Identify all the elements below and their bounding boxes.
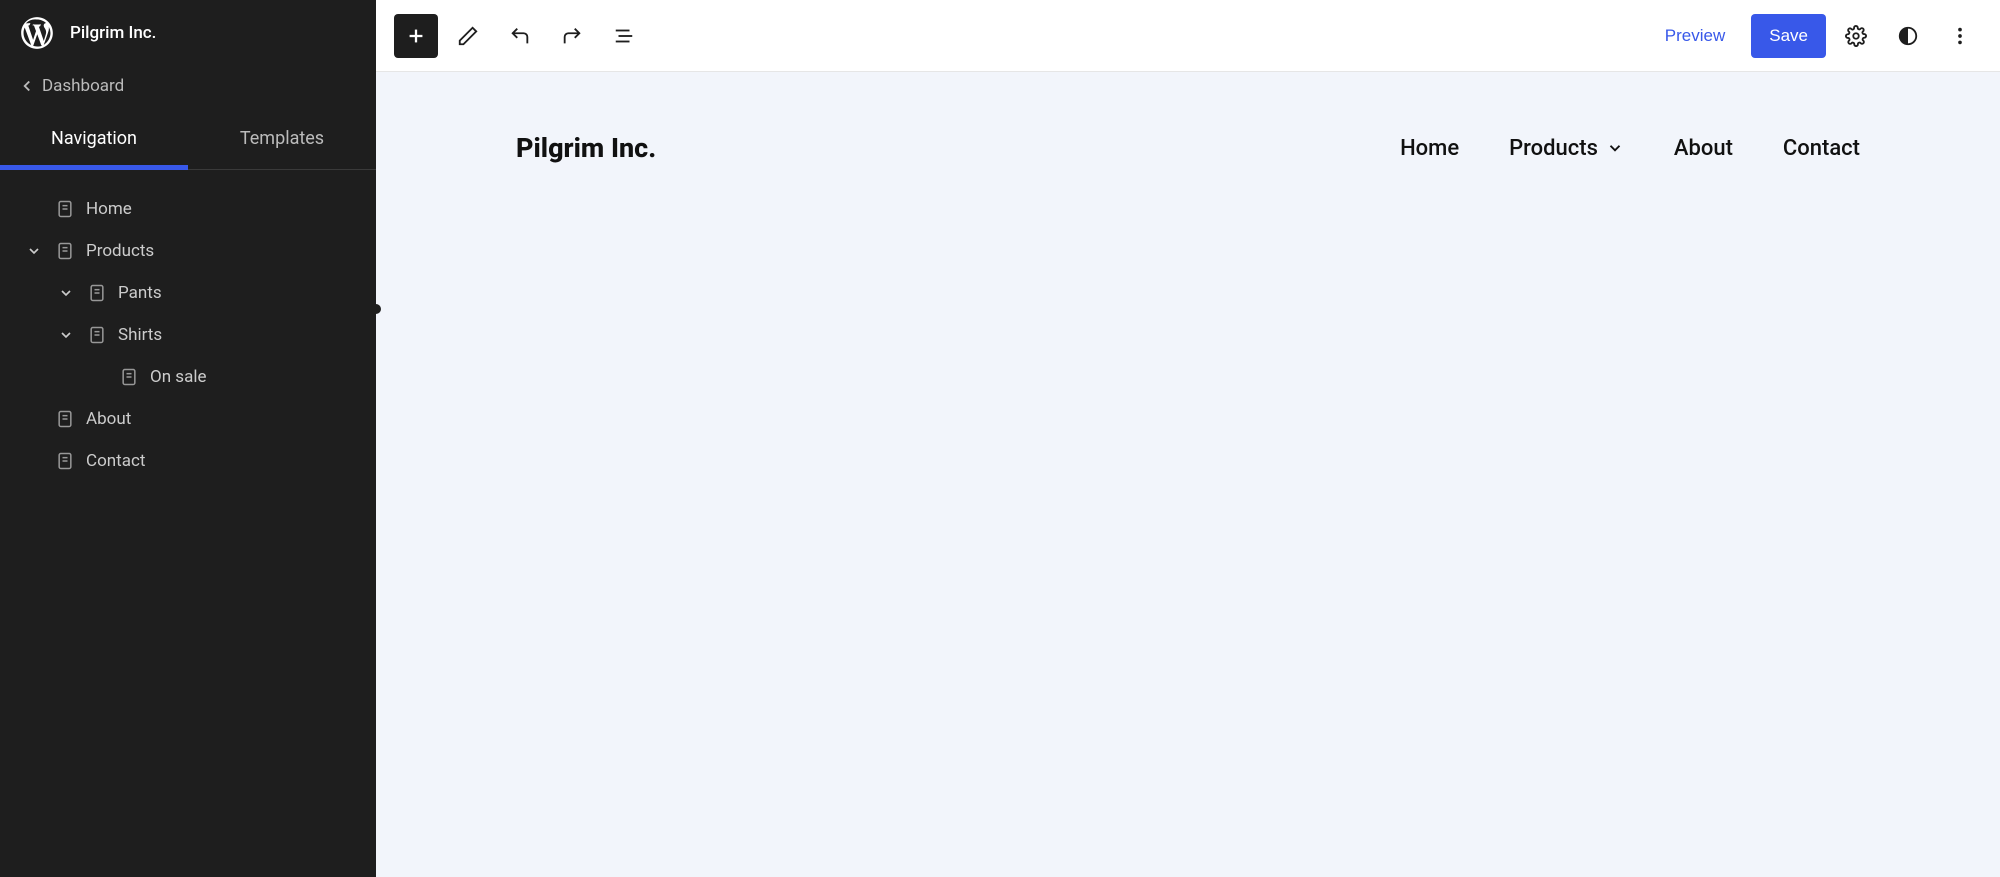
tree-item-contact[interactable]: Contact bbox=[0, 440, 376, 482]
tree-item-products[interactable]: Products bbox=[0, 230, 376, 272]
nav-link-contact[interactable]: Contact bbox=[1783, 136, 1860, 161]
nav-link-label: About bbox=[1674, 136, 1733, 161]
redo-button[interactable] bbox=[550, 14, 594, 58]
tab-navigation[interactable]: Navigation bbox=[0, 110, 188, 169]
page-icon bbox=[54, 198, 76, 220]
page-icon bbox=[86, 282, 108, 304]
tree-item-shirts[interactable]: Shirts bbox=[0, 314, 376, 356]
page-icon bbox=[54, 450, 76, 472]
list-view-button[interactable] bbox=[602, 14, 646, 58]
sidebar: Pilgrim Inc. Dashboard Navigation Templa… bbox=[0, 0, 376, 877]
editor-main: Preview Save Pilgrim Inc. bbox=[376, 0, 2000, 877]
wordpress-logo-icon[interactable] bbox=[18, 14, 56, 52]
add-block-button[interactable] bbox=[394, 14, 438, 58]
save-button[interactable]: Save bbox=[1751, 14, 1826, 58]
tab-label: Templates bbox=[240, 128, 324, 149]
chevron-down-icon bbox=[1606, 139, 1624, 157]
nav-link-label: Products bbox=[1509, 136, 1598, 161]
tools-button[interactable] bbox=[446, 14, 490, 58]
editor-canvas[interactable]: Pilgrim Inc. Home Products About Contact bbox=[376, 72, 2000, 877]
styles-button[interactable] bbox=[1886, 14, 1930, 58]
site-name: Pilgrim Inc. bbox=[70, 23, 156, 43]
tree-item-home[interactable]: Home bbox=[0, 188, 376, 230]
tree-label: On sale bbox=[150, 367, 352, 387]
tree-label: Pants bbox=[118, 283, 352, 303]
nav-link-home[interactable]: Home bbox=[1400, 136, 1459, 161]
redo-icon bbox=[561, 25, 583, 47]
nav-tree: Home Products Pants bbox=[0, 170, 376, 500]
site-header-block[interactable]: Pilgrim Inc. Home Products About Contact bbox=[376, 72, 2000, 204]
preview-button[interactable]: Preview bbox=[1647, 14, 1743, 58]
tree-label: About bbox=[86, 409, 352, 429]
nav-link-label: Home bbox=[1400, 136, 1459, 161]
dashboard-label: Dashboard bbox=[42, 76, 124, 96]
chevron-left-icon bbox=[18, 77, 36, 95]
toolbar-left bbox=[394, 14, 646, 58]
tab-templates[interactable]: Templates bbox=[188, 110, 376, 169]
sidebar-tabs: Navigation Templates bbox=[0, 110, 376, 170]
chevron-down-icon[interactable] bbox=[56, 283, 76, 303]
more-vertical-icon bbox=[1949, 25, 1971, 47]
list-view-icon bbox=[613, 25, 635, 47]
tree-item-about[interactable]: About bbox=[0, 398, 376, 440]
undo-icon bbox=[509, 25, 531, 47]
pencil-icon bbox=[457, 25, 479, 47]
contrast-icon bbox=[1897, 25, 1919, 47]
plus-icon bbox=[405, 25, 427, 47]
site-navigation-block[interactable]: Home Products About Contact bbox=[1400, 136, 1860, 161]
page-icon bbox=[118, 366, 140, 388]
chevron-down-icon[interactable] bbox=[24, 241, 44, 261]
nav-link-about[interactable]: About bbox=[1674, 136, 1733, 161]
page-icon bbox=[54, 408, 76, 430]
page-icon bbox=[86, 324, 108, 346]
sidebar-header: Pilgrim Inc. bbox=[0, 0, 376, 66]
nav-link-label: Contact bbox=[1783, 136, 1860, 161]
gear-icon bbox=[1845, 25, 1867, 47]
nav-link-products[interactable]: Products bbox=[1509, 136, 1624, 161]
page-icon bbox=[54, 240, 76, 262]
toolbar-right: Preview Save bbox=[1647, 14, 1982, 58]
tree-label: Contact bbox=[86, 451, 352, 471]
tree-label: Products bbox=[86, 241, 352, 261]
editor-toolbar: Preview Save bbox=[376, 0, 2000, 72]
site-title-block[interactable]: Pilgrim Inc. bbox=[516, 132, 656, 164]
tree-item-pants[interactable]: Pants bbox=[0, 272, 376, 314]
undo-button[interactable] bbox=[498, 14, 542, 58]
tree-item-on-sale[interactable]: On sale bbox=[0, 356, 376, 398]
tree-label: Shirts bbox=[118, 325, 352, 345]
more-options-button[interactable] bbox=[1938, 14, 1982, 58]
tree-label: Home bbox=[86, 199, 352, 219]
settings-button[interactable] bbox=[1834, 14, 1878, 58]
chevron-down-icon[interactable] bbox=[56, 325, 76, 345]
dashboard-link[interactable]: Dashboard bbox=[0, 66, 376, 110]
tab-label: Navigation bbox=[51, 128, 137, 149]
